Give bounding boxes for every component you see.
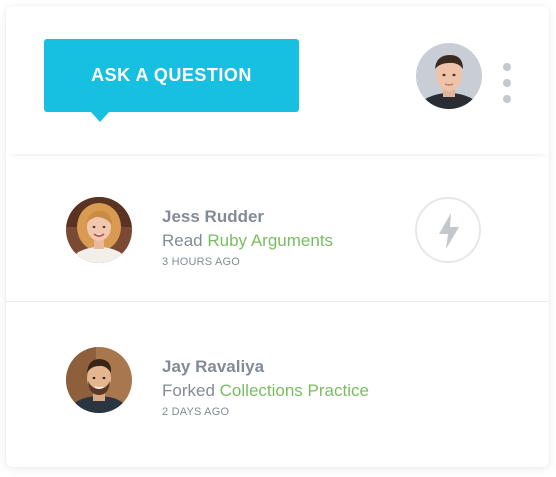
activity-description: Forked Collections Practice — [162, 381, 369, 401]
activity-item-link[interactable]: Collections Practice — [220, 381, 369, 400]
list-item: Jay Ravaliya Forked Collections Practice… — [6, 302, 549, 450]
ask-question-button[interactable]: ASK A QUESTION — [44, 39, 299, 112]
ask-question-button-tail — [91, 112, 109, 122]
activity-verb: Forked — [162, 381, 215, 400]
lightning-bolt-icon — [439, 213, 459, 249]
activity-item-link[interactable]: Ruby Arguments — [207, 231, 333, 250]
current-user-avatar[interactable] — [416, 43, 482, 109]
activity-timestamp: 3 HOURS AGO — [162, 256, 240, 268]
card-header: ASK A QUESTION — [6, 6, 549, 154]
vertical-ellipsis-icon[interactable] — [499, 63, 515, 103]
user-name[interactable]: Jay Ravaliya — [162, 357, 264, 377]
lightning-bolt-button[interactable] — [415, 197, 481, 263]
user-avatar[interactable] — [66, 347, 132, 413]
user-avatar[interactable] — [66, 197, 132, 263]
activity-verb: Read — [162, 231, 203, 250]
user-name[interactable]: Jess Rudder — [162, 207, 264, 227]
activity-card: ASK A QUESTION Jess Rudder Read Ruby Arg… — [6, 6, 549, 467]
activity-description: Read Ruby Arguments — [162, 231, 333, 251]
activity-timestamp: 2 DAYS AGO — [162, 406, 230, 418]
